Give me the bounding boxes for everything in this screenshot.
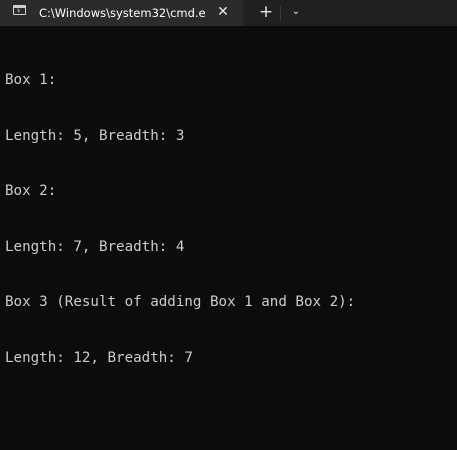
toolbar-divider bbox=[280, 6, 281, 20]
terminal-window: C:\Windows\system32\cmd.e ✕ + ⌄ Box 1: L… bbox=[0, 0, 457, 450]
console-line: Box 1: bbox=[5, 72, 57, 88]
console-line: Length: 12, Breadth: 7 bbox=[5, 349, 193, 366]
plus-icon[interactable]: + bbox=[256, 2, 276, 22]
console-line: Length: 5, Breadth: 3 bbox=[5, 127, 185, 144]
console-line: Length: 7, Breadth: 4 bbox=[5, 238, 185, 255]
tab-cmd[interactable]: C:\Windows\system32\cmd.e ✕ bbox=[0, 0, 243, 26]
console-line: Box 3 (Result of adding Box 1 and Box 2)… bbox=[5, 294, 356, 310]
tab-title: C:\Windows\system32\cmd.e bbox=[39, 6, 206, 20]
close-icon[interactable]: ✕ bbox=[214, 3, 232, 21]
title-bar: C:\Windows\system32\cmd.e ✕ + ⌄ bbox=[0, 0, 457, 26]
terminal-icon bbox=[13, 5, 26, 15]
console-output[interactable]: Box 1: Length: 5, Breadth: 3 Box 2: Leng… bbox=[5, 34, 453, 404]
console-line: Box 2: bbox=[5, 183, 57, 199]
chevron-down-icon[interactable]: ⌄ bbox=[287, 3, 305, 21]
